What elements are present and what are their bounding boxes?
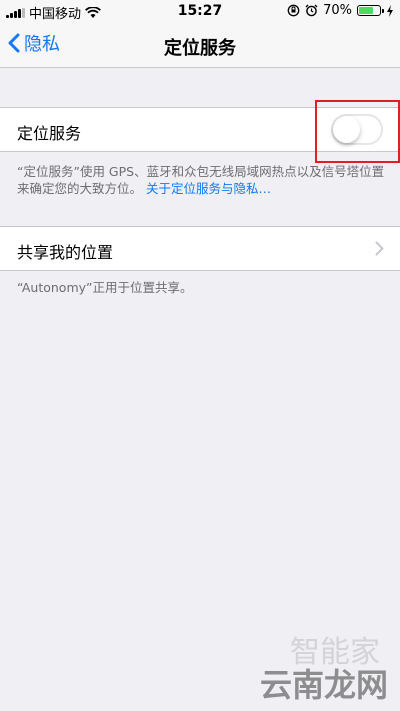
chevron-right-icon bbox=[375, 241, 384, 256]
rotation-lock-icon bbox=[287, 4, 300, 17]
page-title: 定位服务 bbox=[164, 38, 236, 59]
privacy-link[interactable]: 关于定位服务与隐私… bbox=[146, 181, 271, 196]
location-services-label: 定位服务 bbox=[17, 124, 82, 143]
charging-icon bbox=[387, 4, 393, 17]
location-services-footnote: “定位服务”使用 GPS、蓝牙和众包无线局域网热点以及信号塔位置来确定您的大致方… bbox=[17, 163, 389, 197]
alarm-icon bbox=[305, 4, 318, 17]
watermark-text: 云南龙网 bbox=[259, 666, 388, 704]
share-location-label: 共享我的位置 bbox=[17, 243, 114, 262]
battery-percent: 70% bbox=[323, 3, 352, 18]
status-bar: 中国移动 15:27 70% bbox=[0, 0, 400, 22]
share-location-footnote: “Autonomy”正用于位置共享。 bbox=[17, 280, 193, 295]
navigation-bar: 隐私 定位服务 bbox=[0, 22, 400, 68]
battery-icon bbox=[357, 5, 384, 16]
highlight-rectangle bbox=[315, 100, 400, 163]
status-right: 70% bbox=[287, 3, 394, 18]
share-location-row[interactable]: 共享我的位置 bbox=[0, 226, 400, 271]
